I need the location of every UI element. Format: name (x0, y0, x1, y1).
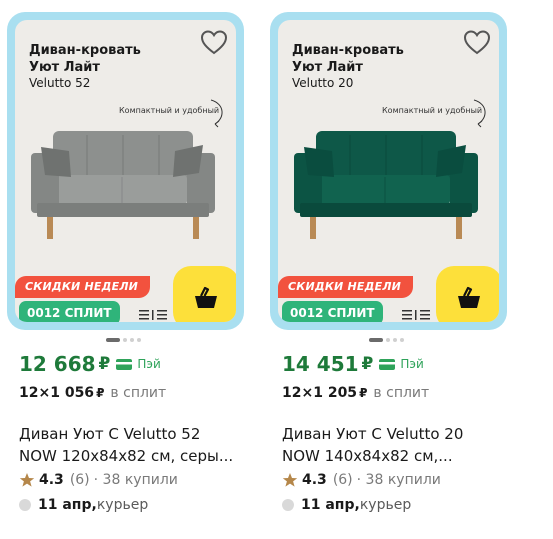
product-photo[interactable]: Диван-кровать Уют Лайт Velutto 20 Компак… (278, 20, 499, 322)
star-icon (282, 473, 298, 487)
delivery-type: курьер (359, 497, 412, 513)
delivery-dot-icon (19, 499, 31, 511)
installment-row: 12×1 056 ₽ в сплит (19, 385, 166, 401)
promo-badge: СКИДКИ НЕДЕЛИ (15, 276, 151, 298)
photo-subtitle: Velutto 52 (29, 76, 91, 90)
installment-amount: 12×1 205 (282, 385, 358, 401)
heart-icon[interactable] (198, 26, 230, 58)
photo-title-line2: Уют Лайт (29, 60, 100, 75)
delivery-row: 11 апр, курьер (282, 497, 411, 513)
photo-title-line1: Диван-кровать (29, 43, 141, 58)
card-icon (116, 358, 133, 370)
product-photo[interactable]: Диван-кровать Уют Лайт Velutto 52 Компак… (15, 20, 236, 322)
product-name-link[interactable]: Диван Уют С Velutto 20 NOW 140x84x82 см,… (282, 423, 507, 467)
pagination-dot[interactable] (393, 338, 397, 342)
rating-value: 4.3 (39, 472, 64, 488)
pagination-dot[interactable] (106, 338, 120, 342)
photo-pagination[interactable] (106, 338, 141, 344)
card-icon (379, 358, 396, 370)
product-card[interactable]: Диван-кровать Уют Лайт Velutto 52 Компак… (7, 12, 244, 513)
pay-label: Пэй (400, 357, 424, 371)
price: 12 668 (19, 352, 96, 376)
basket-icon (195, 286, 217, 308)
photo-subtitle: Velutto 20 (292, 76, 354, 90)
photo-pagination[interactable] (369, 338, 404, 344)
heart-icon[interactable] (461, 26, 493, 58)
bought-count: · 38 купили (93, 472, 178, 488)
product-photo-frame[interactable]: Диван-кровать Уют Лайт Velutto 20 Компак… (270, 12, 507, 330)
product-name-line1[interactable]: Диван Уют С Velutto 52 (19, 423, 244, 445)
delivery-type: курьер (96, 497, 149, 513)
delivery-date: 11 апр, (38, 497, 97, 513)
photo-title-line1: Диван-кровать (292, 43, 404, 58)
pagination-dot[interactable] (400, 338, 404, 342)
price-currency: ₽ (361, 354, 374, 374)
bought-count: · 38 купили (356, 472, 441, 488)
product-card[interactable]: Диван-кровать Уют Лайт Velutto 20 Компак… (270, 12, 507, 513)
pagination-dot[interactable] (130, 338, 134, 342)
price: 14 451 (282, 352, 359, 376)
photo-title: Диван-кровать Уют Лайт (29, 42, 141, 76)
pagination-dot[interactable] (137, 338, 141, 342)
split-badge: 0012 СПЛИТ (19, 301, 120, 322)
add-to-cart-button[interactable] (436, 266, 499, 322)
rating-row[interactable]: 4.3 (6) · 38 купили (19, 472, 178, 488)
installment-note: в сплит (110, 385, 167, 401)
split-badge: 0012 СПЛИТ (282, 301, 383, 322)
installment-note: в сплит (373, 385, 430, 401)
price-currency: ₽ (98, 354, 111, 374)
pay-label: Пэй (137, 357, 161, 371)
rating-row[interactable]: 4.3 (6) · 38 купили (282, 472, 441, 488)
installment-currency: ₽ (96, 386, 105, 400)
photo-title-line2: Уют Лайт (292, 60, 363, 75)
product-name-line1[interactable]: Диван Уют С Velutto 20 (282, 423, 507, 445)
basket-icon (458, 286, 480, 308)
product-photo-frame[interactable]: Диван-кровать Уют Лайт Velutto 52 Компак… (7, 12, 244, 330)
pagination-dot[interactable] (386, 338, 390, 342)
product-name-line2[interactable]: NOW 140x84x82 см,... (282, 445, 507, 467)
installment-amount: 12×1 056 (19, 385, 95, 401)
promo-badge: СКИДКИ НЕДЕЛИ (278, 276, 414, 298)
star-icon (19, 473, 35, 487)
review-count: (6) (69, 472, 90, 488)
add-to-cart-button[interactable] (173, 266, 236, 322)
price-row: 14 451 ₽ Пэй (282, 352, 424, 376)
sofa-image (294, 131, 478, 239)
sofa-image (31, 131, 215, 239)
delivery-dot-icon (282, 499, 294, 511)
product-name-link[interactable]: Диван Уют С Velutto 52 NOW 120x84x82 см,… (19, 423, 244, 467)
installment-row: 12×1 205 ₽ в сплит (282, 385, 429, 401)
installment-currency: ₽ (359, 386, 368, 400)
price-row: 12 668 ₽ Пэй (19, 352, 161, 376)
photo-title: Диван-кровать Уют Лайт (292, 42, 404, 76)
product-name-line2[interactable]: NOW 120x84x82 см, серы... (19, 445, 244, 467)
rating-value: 4.3 (302, 472, 327, 488)
pagination-dot[interactable] (123, 338, 127, 342)
delivery-row: 11 апр, курьер (19, 497, 148, 513)
review-count: (6) (332, 472, 353, 488)
delivery-date: 11 апр, (301, 497, 360, 513)
pagination-dot[interactable] (369, 338, 383, 342)
